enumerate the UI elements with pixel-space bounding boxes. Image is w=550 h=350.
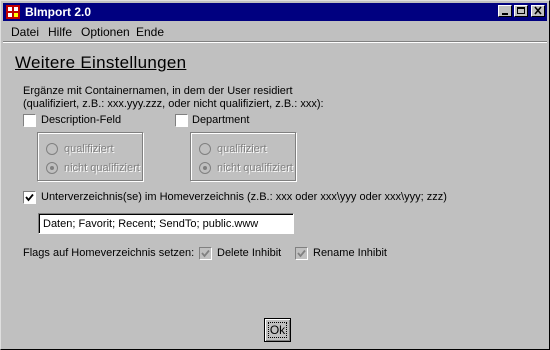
subdirs-input[interactable] [38,213,294,234]
flags-label: Flags auf Homeverzeichnis setzen: [23,247,195,259]
close-icon [534,6,542,15]
check-icon [25,193,34,202]
focus-rect [268,322,287,338]
description-qualifiziert-radio[interactable] [46,143,58,155]
container-info-line1: Ergänze mit Containernamen, in dem der U… [23,85,293,97]
menu-optionen[interactable]: Optionen [81,25,130,39]
main-window: BImport 2.0 Datei Hilfe Optionen Ende We… [0,0,550,350]
rename-inhibit-checkbox[interactable] [295,247,308,260]
ok-button[interactable]: Ok [264,318,291,342]
menu-hilfe[interactable]: Hilfe [48,25,72,39]
maximize-button[interactable] [514,5,528,17]
department-label: Department [192,114,250,126]
app-icon[interactable] [6,5,20,19]
description-nicht-qualifiziert-label: nicht qualifiziert [64,162,140,174]
menu-bar: Datei Hilfe Optionen Ende [3,22,547,41]
department-group: qualifiziert nicht qualifiziert [190,132,296,181]
delete-inhibit-label: Delete Inhibit [217,247,282,259]
description-field-label: Description-Feld [41,114,122,126]
subdirs-checkbox[interactable] [23,191,36,204]
close-button[interactable] [531,5,545,17]
menu-ende[interactable]: Ende [136,25,164,39]
check-icon [297,249,306,258]
page-title: Weitere Einstellungen [15,53,187,72]
department-nicht-qualifiziert-label: nicht qualifiziert [217,162,293,174]
container-info-line2: (qualifiziert, z.B.: xxx.yyy.zzz, oder n… [23,98,324,110]
menu-datei[interactable]: Datei [11,25,39,39]
department-qualifiziert-label: qualifiziert [217,143,267,155]
rename-inhibit-label: Rename Inhibit [313,247,387,259]
department-nicht-qualifiziert-radio[interactable] [199,162,211,174]
department-qualifiziert-radio[interactable] [199,143,211,155]
maximize-icon [517,7,525,14]
description-qualifiziert-label: qualifiziert [64,143,114,155]
department-checkbox[interactable] [175,114,188,127]
window-title: BImport 2.0 [25,5,92,19]
description-field-group: qualifiziert nicht qualifiziert [37,132,143,181]
subdirs-label: Unterverzeichnis(se) im Homeverzeichnis … [41,191,447,203]
delete-inhibit-checkbox[interactable] [199,247,212,260]
title-bar[interactable]: BImport 2.0 [3,3,547,21]
description-field-checkbox[interactable] [23,114,36,127]
minimize-button[interactable] [498,5,512,17]
minimize-icon [502,13,508,15]
check-icon [201,249,210,258]
description-nicht-qualifiziert-radio[interactable] [46,162,58,174]
menu-separator [3,41,547,43]
